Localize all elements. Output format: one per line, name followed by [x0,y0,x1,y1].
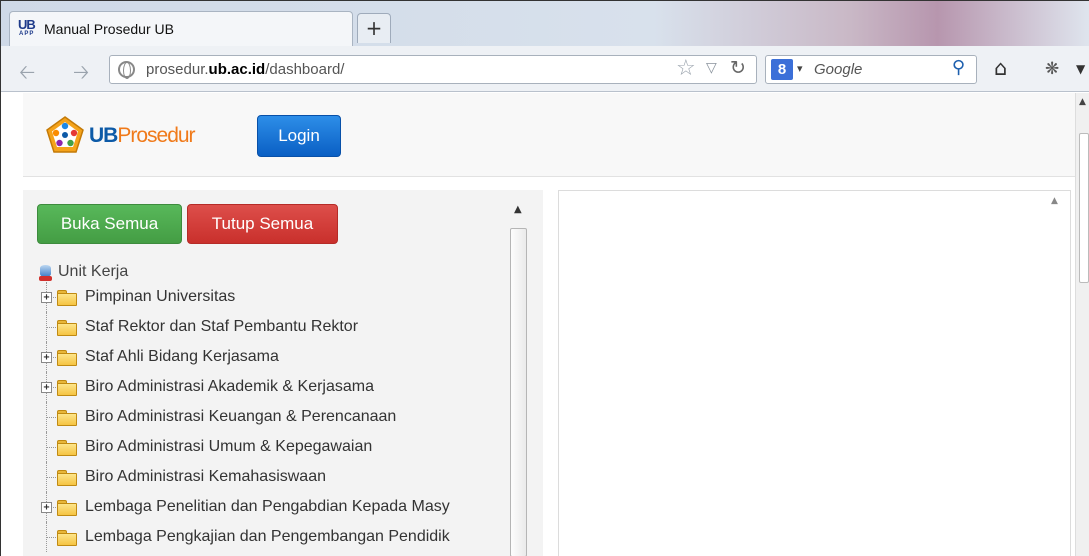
menu-dropdown-icon[interactable]: ▼ [1076,62,1085,76]
login-button[interactable]: Login [257,115,341,157]
page-scroll-up-icon[interactable]: ▲ [1079,97,1086,107]
folder-icon [57,500,77,516]
page-scroll-thumb[interactable] [1079,133,1089,283]
folder-icon [57,470,77,486]
expand-plus-icon[interactable]: + [41,382,52,393]
tree-node[interactable]: + Pimpinan Universitas [37,282,507,312]
favicon-text-bottom: APP [19,31,35,37]
expand-plus-icon[interactable]: + [41,292,52,303]
reload-icon[interactable]: ↻ [730,57,746,79]
brand-part2: Prosedur [117,124,195,147]
site-brand[interactable]: UBProsedur [89,124,196,148]
site-header: UBProsedur Login [23,93,1075,177]
url-text[interactable]: prosedur.ub.ac.id/dashboard/ [146,61,344,78]
star-icon[interactable]: ☆ [676,56,696,81]
magnifier-icon[interactable]: ⚲ [952,57,965,78]
tab-strip: UB APP Manual Prosedur UB + [1,1,1089,46]
open-all-button[interactable]: Buka Semua [37,204,182,244]
forward-arrow-icon[interactable]: 🡢 [73,58,89,92]
tree-node[interactable]: Biro Administrasi Umum & Kepegawaian [37,432,507,462]
addon-icon[interactable]: ❋ [1045,59,1059,79]
tab-title: Manual Prosedur UB [44,21,174,37]
tree-node-label[interactable]: Staf Rektor dan Staf Pembantu Rektor [85,318,358,336]
url-path: /dashboard/ [265,61,345,78]
url-dropdown-icon[interactable]: ▽ [706,60,717,76]
folder-icon [57,350,77,366]
tree-node-label[interactable]: Biro Administrasi Akademik & Kerjasama [85,378,374,396]
url-prefix: prosedur. [146,61,209,78]
close-all-button[interactable]: Tutup Semua [187,204,338,244]
tree-node-label[interactable]: Biro Administrasi Kemahasiswaan [85,468,326,486]
page-scrollbar[interactable]: ▲ [1075,93,1089,556]
tree-node-label[interactable]: Pimpinan Universitas [85,288,235,306]
browser-window: UB APP Manual Prosedur UB + 🡠 🡢 prosedur… [0,0,1089,556]
tree-node[interactable]: + Lembaga Penelitian dan Pengabdian Kepad… [37,492,507,522]
folder-icon [57,440,77,456]
new-tab-button[interactable]: + [357,13,391,43]
tree-node[interactable]: Lembaga Pengkajian dan Pengembangan Pend… [37,522,507,552]
procedure-content-panel: ▲ [558,190,1071,556]
search-engine-icon[interactable]: 8 [771,59,793,80]
tree-root-label: Unit Kerja [58,263,129,280]
folder-icon [57,530,77,546]
search-bar[interactable]: 8 ▾ Google ⚲ [765,55,977,84]
globe-icon[interactable] [118,61,135,79]
ub-app-favicon-icon: UB APP [18,17,40,41]
favicon-text-top: UB [18,17,36,32]
tree-node-label[interactable]: Biro Administrasi Umum & Kepegawaian [85,438,372,456]
tree-node-label[interactable]: Lembaga Pengkajian dan Pengembangan Pend… [85,528,450,546]
browser-tab[interactable]: UB APP Manual Prosedur UB [9,11,353,46]
search-engine-dropdown-icon[interactable]: ▾ [797,62,803,75]
tree-node[interactable]: + Staf Ahli Bidang Kerjasama [37,342,507,372]
tree-scrollbar[interactable]: ▲ [509,200,529,556]
tree-node-label[interactable]: Staf Ahli Bidang Kerjasama [85,348,279,366]
scroll-up-icon[interactable]: ▲ [514,204,522,215]
tree-node[interactable]: Staf Rektor dan Staf Pembantu Rektor [37,312,507,342]
folder-icon [57,380,77,396]
ub-logo-icon [46,116,84,153]
url-domain: ub.ac.id [208,61,266,78]
brand-part1: UB [89,124,118,147]
home-icon[interactable]: ⌂ [994,56,1007,80]
expand-plus-icon[interactable]: + [41,502,52,513]
database-icon [39,265,53,281]
back-arrow-icon[interactable]: 🡠 [19,58,35,92]
tree-node[interactable]: Biro Administrasi Keuangan & Perencanaan [37,402,507,432]
folder-icon [57,410,77,426]
scroll-up-icon[interactable]: ▲ [1051,196,1058,206]
tree-scroll-thumb[interactable] [510,228,527,556]
page-content: UBProsedur Login Buka Semua Tutup Semua … [1,93,1075,556]
search-input[interactable]: Google [814,61,862,78]
address-bar[interactable]: prosedur.ub.ac.id/dashboard/ ☆ ▽ ↻ [109,55,757,84]
folder-icon [57,320,77,336]
folder-icon [57,290,77,306]
tree-node-label[interactable]: Biro Administrasi Keuangan & Perencanaan [85,408,396,426]
navigation-bar: 🡠 🡢 prosedur.ub.ac.id/dashboard/ ☆ ▽ ↻ 8… [1,46,1089,92]
unit-tree-panel: Buka Semua Tutup Semua Unit Kerja + Pimpi… [23,190,543,556]
tree-node[interactable]: + Biro Administrasi Akademik & Kerjasama [37,372,507,402]
tree-node-label[interactable]: Lembaga Penelitian dan Pengabdian Kepada… [85,498,450,516]
tree-node[interactable]: Biro Administrasi Kemahasiswaan [37,462,507,492]
expand-plus-icon[interactable]: + [41,352,52,363]
